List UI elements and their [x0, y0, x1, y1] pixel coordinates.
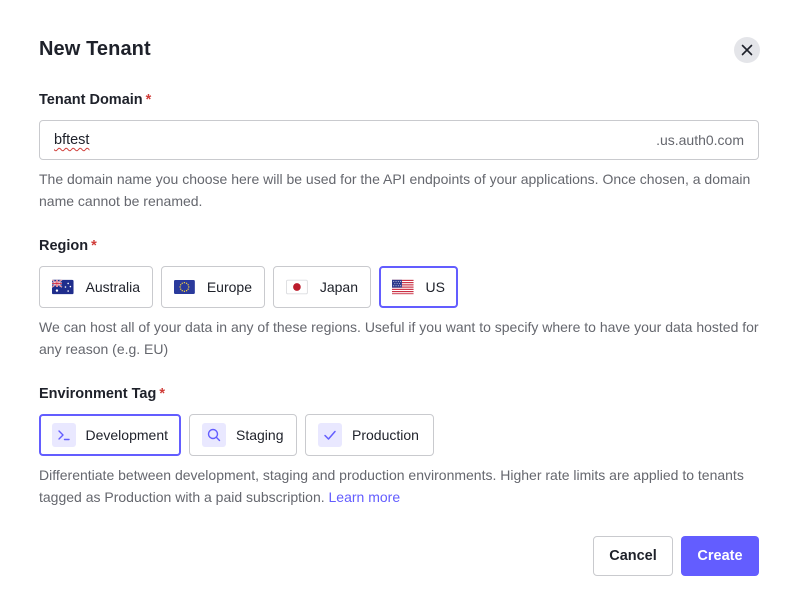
check-icon [318, 423, 342, 447]
region-option-label: Japan [319, 279, 358, 295]
required-mark: * [145, 92, 152, 108]
eu-flag-icon [174, 280, 195, 294]
environment-option-production[interactable]: Production [305, 414, 434, 456]
region-option-australia[interactable]: Australia [39, 266, 153, 308]
environment-option-label: Production [352, 427, 419, 443]
region-help: We can host all of your data in any of t… [39, 319, 759, 357]
region-option-label: Australia [85, 279, 140, 295]
tenant-domain-help: The domain name you choose here will be … [39, 171, 751, 209]
required-mark: * [91, 238, 97, 254]
environment-option-staging[interactable]: Staging [189, 414, 297, 456]
region-options: Australia Europe Japan US [39, 266, 458, 308]
australia-flag-icon [52, 279, 74, 295]
tenant-domain-label: Tenant Domain * [39, 92, 151, 108]
search-icon [202, 423, 226, 447]
region-label-text: Region [39, 238, 89, 254]
dialog-title: New Tenant [39, 38, 151, 60]
region-option-us[interactable]: US [379, 266, 458, 308]
region-option-europe[interactable]: Europe [161, 266, 265, 308]
tenant-domain-label-text: Tenant Domain [39, 92, 143, 108]
japan-flag-icon [286, 279, 308, 295]
terminal-icon [52, 423, 76, 447]
region-option-japan[interactable]: Japan [273, 266, 371, 308]
tenant-domain-input[interactable]: bftest .us.auth0.com [39, 120, 759, 160]
environment-tag-label-text: Environment Tag [39, 386, 157, 402]
close-button[interactable] [734, 37, 760, 63]
environment-option-label: Development [85, 427, 169, 443]
environment-help: Differentiate between development, stagi… [39, 464, 761, 508]
region-label: Region * [39, 238, 97, 254]
learn-more-link[interactable]: Learn more [329, 489, 401, 505]
us-flag-icon [392, 279, 414, 295]
create-button[interactable]: Create [681, 536, 759, 576]
environment-options: Development Staging Production [39, 414, 434, 456]
new-tenant-dialog: New Tenant Tenant Domain * bftest .us.aut… [0, 0, 797, 614]
region-option-label: Europe [206, 279, 252, 295]
region-option-label: US [425, 279, 445, 295]
environment-tag-label: Environment Tag * [39, 386, 165, 402]
required-mark: * [159, 386, 166, 402]
close-icon [741, 44, 753, 56]
tenant-domain-value[interactable]: bftest [54, 132, 656, 148]
tenant-domain-suffix: .us.auth0.com [656, 132, 744, 148]
cancel-button[interactable]: Cancel [593, 536, 673, 576]
environment-option-label: Staging [236, 427, 284, 443]
environment-option-development[interactable]: Development [39, 414, 181, 456]
